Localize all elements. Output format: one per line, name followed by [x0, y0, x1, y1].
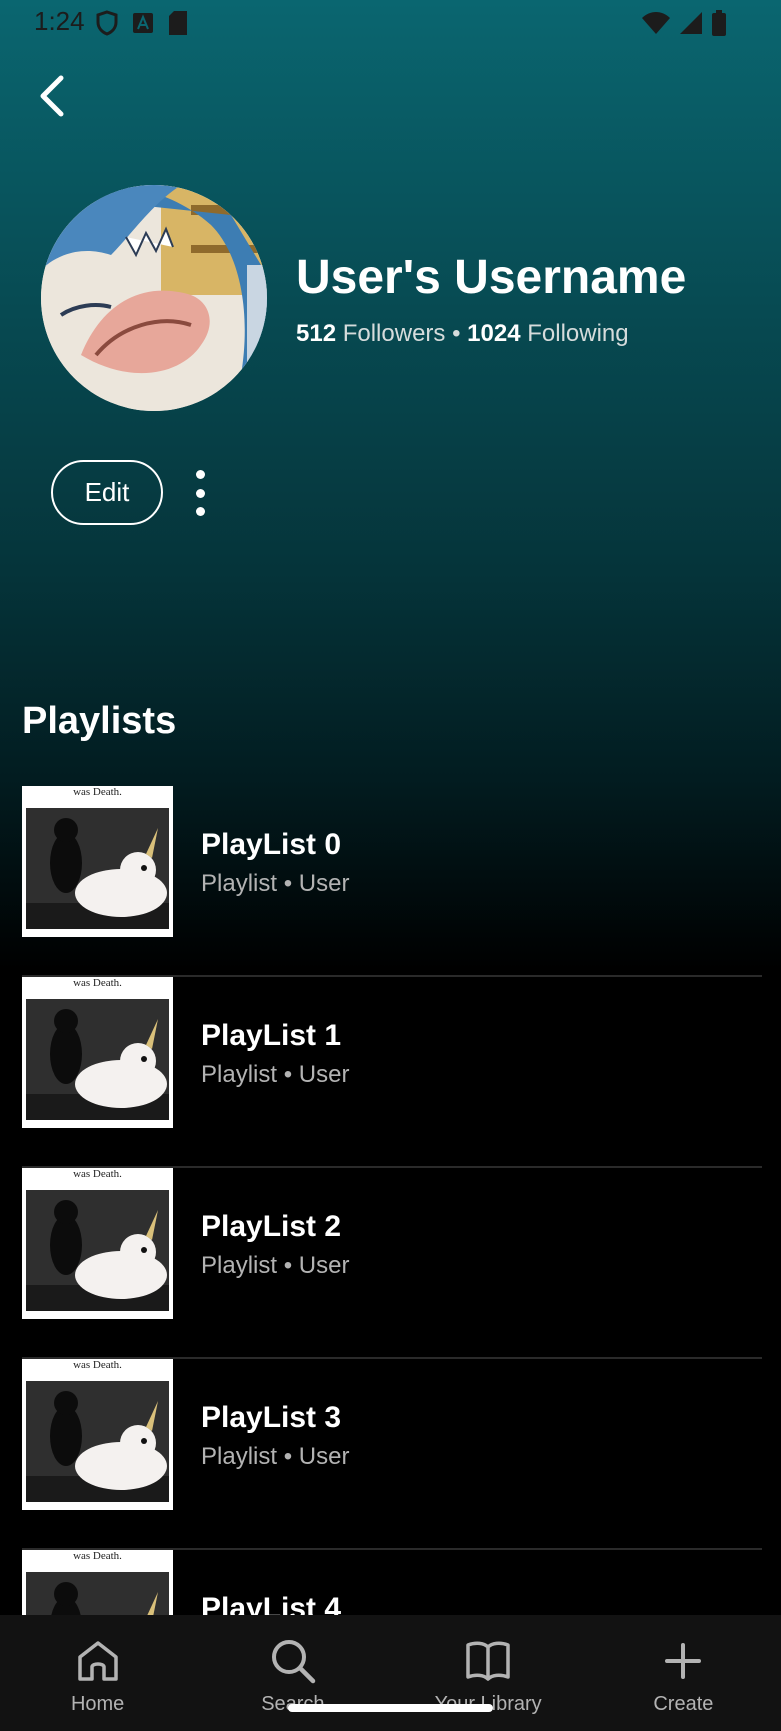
edit-profile-button[interactable]: Edit: [51, 460, 163, 525]
playlist-row[interactable]: was Death. PlayList 1 Playlist • User: [22, 977, 762, 1168]
thumbnail-photo: [26, 1190, 169, 1311]
status-bar: 1:24: [0, 0, 781, 46]
nav-search[interactable]: Search: [195, 1615, 390, 1731]
profile-screen: 1:24 User's Username 512 Followers • 102…: [0, 0, 781, 1731]
playlist-row[interactable]: was Death. PlayList 2 Playlist • User: [22, 1168, 762, 1359]
thumbnail-photo: [26, 808, 169, 929]
nav-home-label: Home: [70, 1693, 125, 1715]
playlist-list: was Death. PlayList 0 Playlist • User was D…: [22, 786, 762, 1731]
nav-create[interactable]: Create: [586, 1615, 781, 1731]
nav-create-label: Create: [653, 1693, 714, 1715]
chevron-left-icon: [40, 75, 64, 117]
playlist-thumbnail: was Death.: [22, 977, 173, 1128]
more-options-button[interactable]: [196, 470, 205, 516]
playlist-subtitle: Playlist • User: [201, 1443, 350, 1470]
shield-icon: [96, 10, 118, 36]
stats-separator: •: [452, 320, 461, 347]
followers-label[interactable]: Followers: [343, 320, 446, 347]
playlist-title: PlayList 1: [201, 1019, 342, 1052]
thumbnail-caption: was Death.: [73, 1550, 122, 1562]
profile-stats: 512 Followers • 1024 Following: [296, 320, 629, 348]
nav-home[interactable]: Home: [0, 1615, 195, 1731]
thumbnail-photo: [26, 1381, 169, 1502]
battery-icon: [712, 10, 726, 36]
playlist-thumbnail: was Death.: [22, 1359, 173, 1510]
playlist-row[interactable]: was Death. PlayList 3 Playlist • User: [22, 1359, 762, 1550]
playlist-title: PlayList 0: [201, 828, 342, 861]
thumbnail-caption: was Death.: [73, 786, 122, 798]
playlist-subtitle: Playlist • User: [201, 1061, 350, 1088]
playlist-title: PlayList 3: [201, 1401, 342, 1434]
library-icon: [466, 1641, 510, 1681]
kitten-unicorn-image: [26, 808, 169, 929]
thumbnail-photo: [26, 999, 169, 1120]
sd-card-icon: [169, 11, 187, 35]
playlist-subtitle: Playlist • User: [201, 1252, 350, 1279]
playlists-section-title: Playlists: [22, 700, 177, 742]
followers-count[interactable]: 512: [296, 320, 336, 347]
playlist-thumbnail: was Death.: [22, 1168, 173, 1319]
thumbnail-caption: was Death.: [73, 977, 122, 989]
kitten-unicorn-image: [26, 1190, 169, 1311]
search-icon: [271, 1640, 316, 1684]
signal-icon: [680, 12, 702, 34]
playlist-thumbnail: was Death.: [22, 786, 173, 937]
bottom-nav: Home Search Your Library Create: [0, 1615, 781, 1731]
wifi-icon: [642, 12, 670, 34]
thumbnail-caption: was Death.: [73, 1359, 122, 1371]
playlist-row[interactable]: was Death. PlayList 0 Playlist • User: [22, 786, 762, 977]
avatar-image: [41, 185, 267, 411]
home-icon: [77, 1641, 118, 1681]
kitten-unicorn-image: [26, 999, 169, 1120]
avatar: [41, 185, 267, 411]
home-indicator[interactable]: [288, 1704, 493, 1712]
kitten-unicorn-image: [26, 1381, 169, 1502]
playlist-title: PlayList 2: [201, 1210, 342, 1243]
back-button[interactable]: [30, 72, 74, 120]
following-label[interactable]: Following: [527, 320, 628, 347]
playlist-subtitle: Playlist • User: [201, 870, 350, 897]
nav-your-library[interactable]: Your Library: [391, 1615, 586, 1731]
following-count[interactable]: 1024: [467, 320, 520, 347]
more-vertical-icon: [196, 470, 205, 479]
profile-name: User's Username: [296, 251, 687, 304]
thumbnail-caption: was Death.: [73, 1168, 122, 1180]
status-time: 1:24: [34, 6, 85, 36]
a-badge-icon: [133, 13, 153, 33]
plus-icon: [665, 1643, 702, 1679]
